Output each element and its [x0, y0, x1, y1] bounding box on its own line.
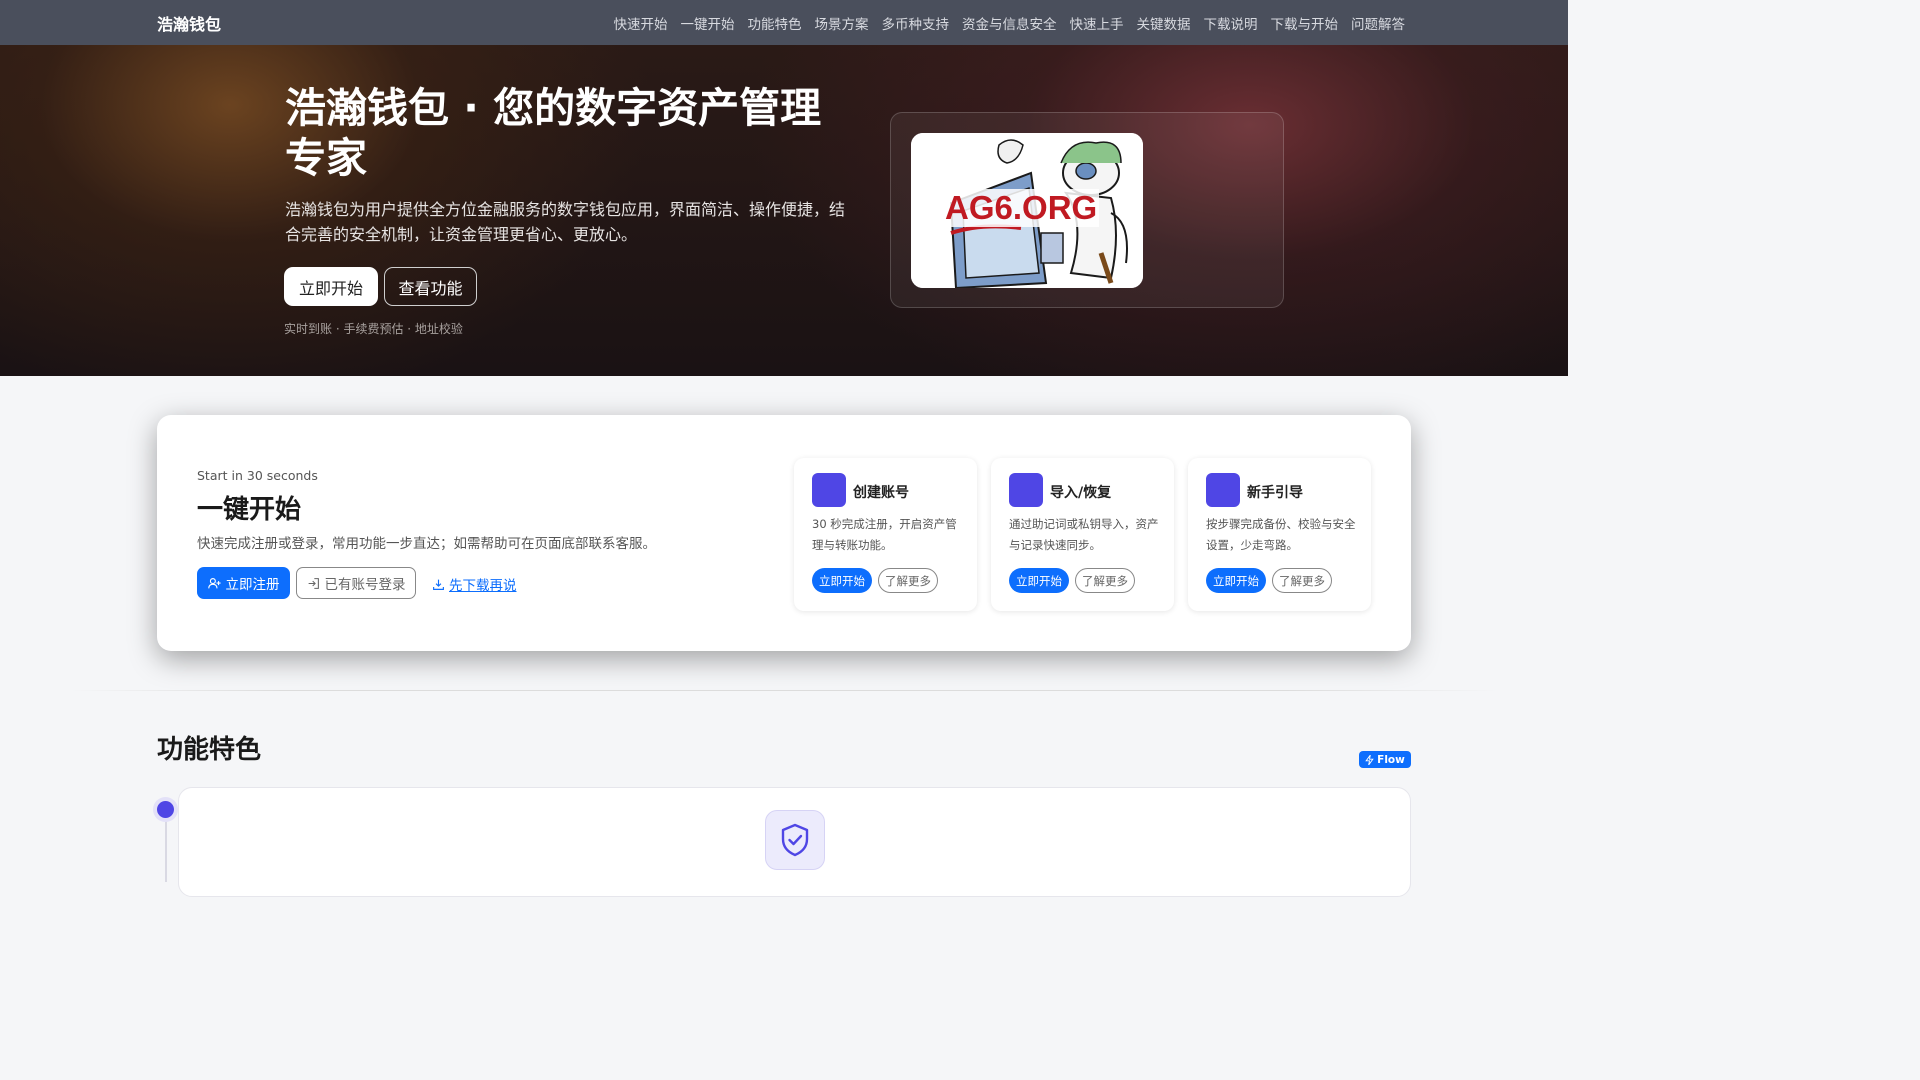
hero-start-button[interactable]: 立即开始	[284, 267, 378, 306]
shield-check-icon	[781, 823, 809, 857]
nav-link-security[interactable]: 资金与信息安全	[962, 13, 1057, 33]
feature-card	[178, 787, 1411, 897]
register-button[interactable]: 立即注册	[197, 567, 290, 599]
timeline-dot	[157, 801, 174, 818]
quick-card-title: 导入/恢复	[1050, 485, 1112, 501]
quick-card-create-account: 创建账号 30 秒完成注册，开启资产管理与转账功能。 立即开始 了解更多	[794, 458, 977, 611]
nav-links: 快速开始 一键开始 功能特色 场景方案 多币种支持 资金与信息安全 快速上手 关…	[614, 13, 1406, 33]
quick-card-learn-more-button[interactable]: 了解更多	[878, 568, 938, 593]
quick-start-description: 快速完成注册或登录，常用功能一步直达；如需帮助可在页面底部联系客服。	[197, 536, 656, 552]
quick-card-start-button[interactable]: 立即开始	[812, 568, 872, 593]
quick-card-learn-more-button[interactable]: 了解更多	[1075, 568, 1135, 593]
timeline-line	[165, 810, 167, 882]
logo-text: AG6.ORG	[943, 189, 1100, 227]
nav-link-one-click[interactable]: 一键开始	[681, 13, 735, 33]
nav-link-getting-started[interactable]: 快速上手	[1070, 13, 1124, 33]
quick-start-eyebrow: Start in 30 seconds	[197, 468, 318, 483]
flow-badge: Flow	[1359, 751, 1411, 768]
feature-icon-box	[765, 810, 825, 870]
nav-link-download-start[interactable]: 下载与开始	[1271, 13, 1339, 33]
quick-card-description: 按步骤完成备份、校验与安全设置，少走弯路。	[1206, 517, 1356, 552]
nav-link-multi-currency[interactable]: 多币种支持	[882, 13, 950, 33]
quick-card-start-button[interactable]: 立即开始	[1009, 568, 1069, 593]
user-plus-icon	[207, 577, 221, 588]
hero-description: 浩瀚钱包为用户提供全方位金融服务的数字钱包应用，界面简洁、操作便捷，结合完善的安…	[285, 200, 846, 244]
hero-section: 浩瀚钱包 · 您的数字资产管理专家 浩瀚钱包为用户提供全方位金融服务的数字钱包应…	[0, 45, 1568, 376]
hero-illustration: AG6.ORG	[911, 133, 1143, 288]
top-navbar: 浩瀚钱包 快速开始 一键开始 功能特色 场景方案 多币种支持 资金与信息安全 快…	[0, 0, 1568, 45]
quick-card-start-button[interactable]: 立即开始	[1206, 568, 1266, 593]
brand-logo[interactable]: 浩瀚钱包	[157, 11, 221, 35]
hero-tags: 实时到账 · 手续费预估 · 地址校验	[284, 322, 463, 336]
hero-title: 浩瀚钱包 · 您的数字资产管理专家	[285, 84, 822, 182]
nav-link-features[interactable]: 功能特色	[748, 13, 802, 33]
section-divider	[70, 690, 1498, 691]
import-restore-icon	[1009, 473, 1043, 507]
beginner-guide-icon	[1206, 473, 1240, 507]
nav-link-key-data[interactable]: 关键数据	[1137, 13, 1191, 33]
lightning-icon	[1365, 754, 1374, 765]
quick-card-learn-more-button[interactable]: 了解更多	[1272, 568, 1332, 593]
quick-start-title: 一键开始	[197, 495, 302, 525]
register-button-label: 立即注册	[225, 577, 280, 592]
quick-card-import-restore: 导入/恢复 通过助记词或私钥导入，资产与记录快速同步。 立即开始 了解更多	[991, 458, 1174, 611]
sign-in-icon	[308, 577, 319, 589]
quick-card-beginner-guide: 新手引导 按步骤完成备份、校验与安全设置，少走弯路。 立即开始 了解更多	[1188, 458, 1371, 611]
login-button[interactable]: 已有账号登录	[296, 567, 416, 599]
features-title: 功能特色	[157, 735, 262, 765]
quick-card-title: 创建账号	[853, 485, 909, 501]
download-link-label: 先下载再说	[449, 578, 517, 594]
quick-card-description: 通过助记词或私钥导入，资产与记录快速同步。	[1009, 517, 1159, 552]
quick-card-title: 新手引导	[1247, 485, 1303, 501]
login-button-label: 已有账号登录	[324, 577, 406, 592]
quick-start-card: Start in 30 seconds 一键开始 快速完成注册或登录，常用功能一…	[157, 415, 1411, 651]
nav-link-download-info[interactable]: 下载说明	[1204, 13, 1258, 33]
flow-badge-label: Flow	[1377, 753, 1405, 766]
hero-view-features-button[interactable]: 查看功能	[384, 267, 477, 306]
create-account-icon	[812, 473, 846, 507]
download-icon	[433, 579, 444, 590]
quick-card-description: 30 秒完成注册，开启资产管理与转账功能。	[812, 517, 957, 552]
nav-link-scenarios[interactable]: 场景方案	[815, 13, 869, 33]
hero-image-card: AG6.ORG	[890, 112, 1284, 308]
nav-link-quick-start[interactable]: 快速开始	[614, 13, 668, 33]
download-link[interactable]: 先下载再说	[432, 574, 517, 594]
nav-link-faq[interactable]: 问题解答	[1351, 13, 1405, 33]
